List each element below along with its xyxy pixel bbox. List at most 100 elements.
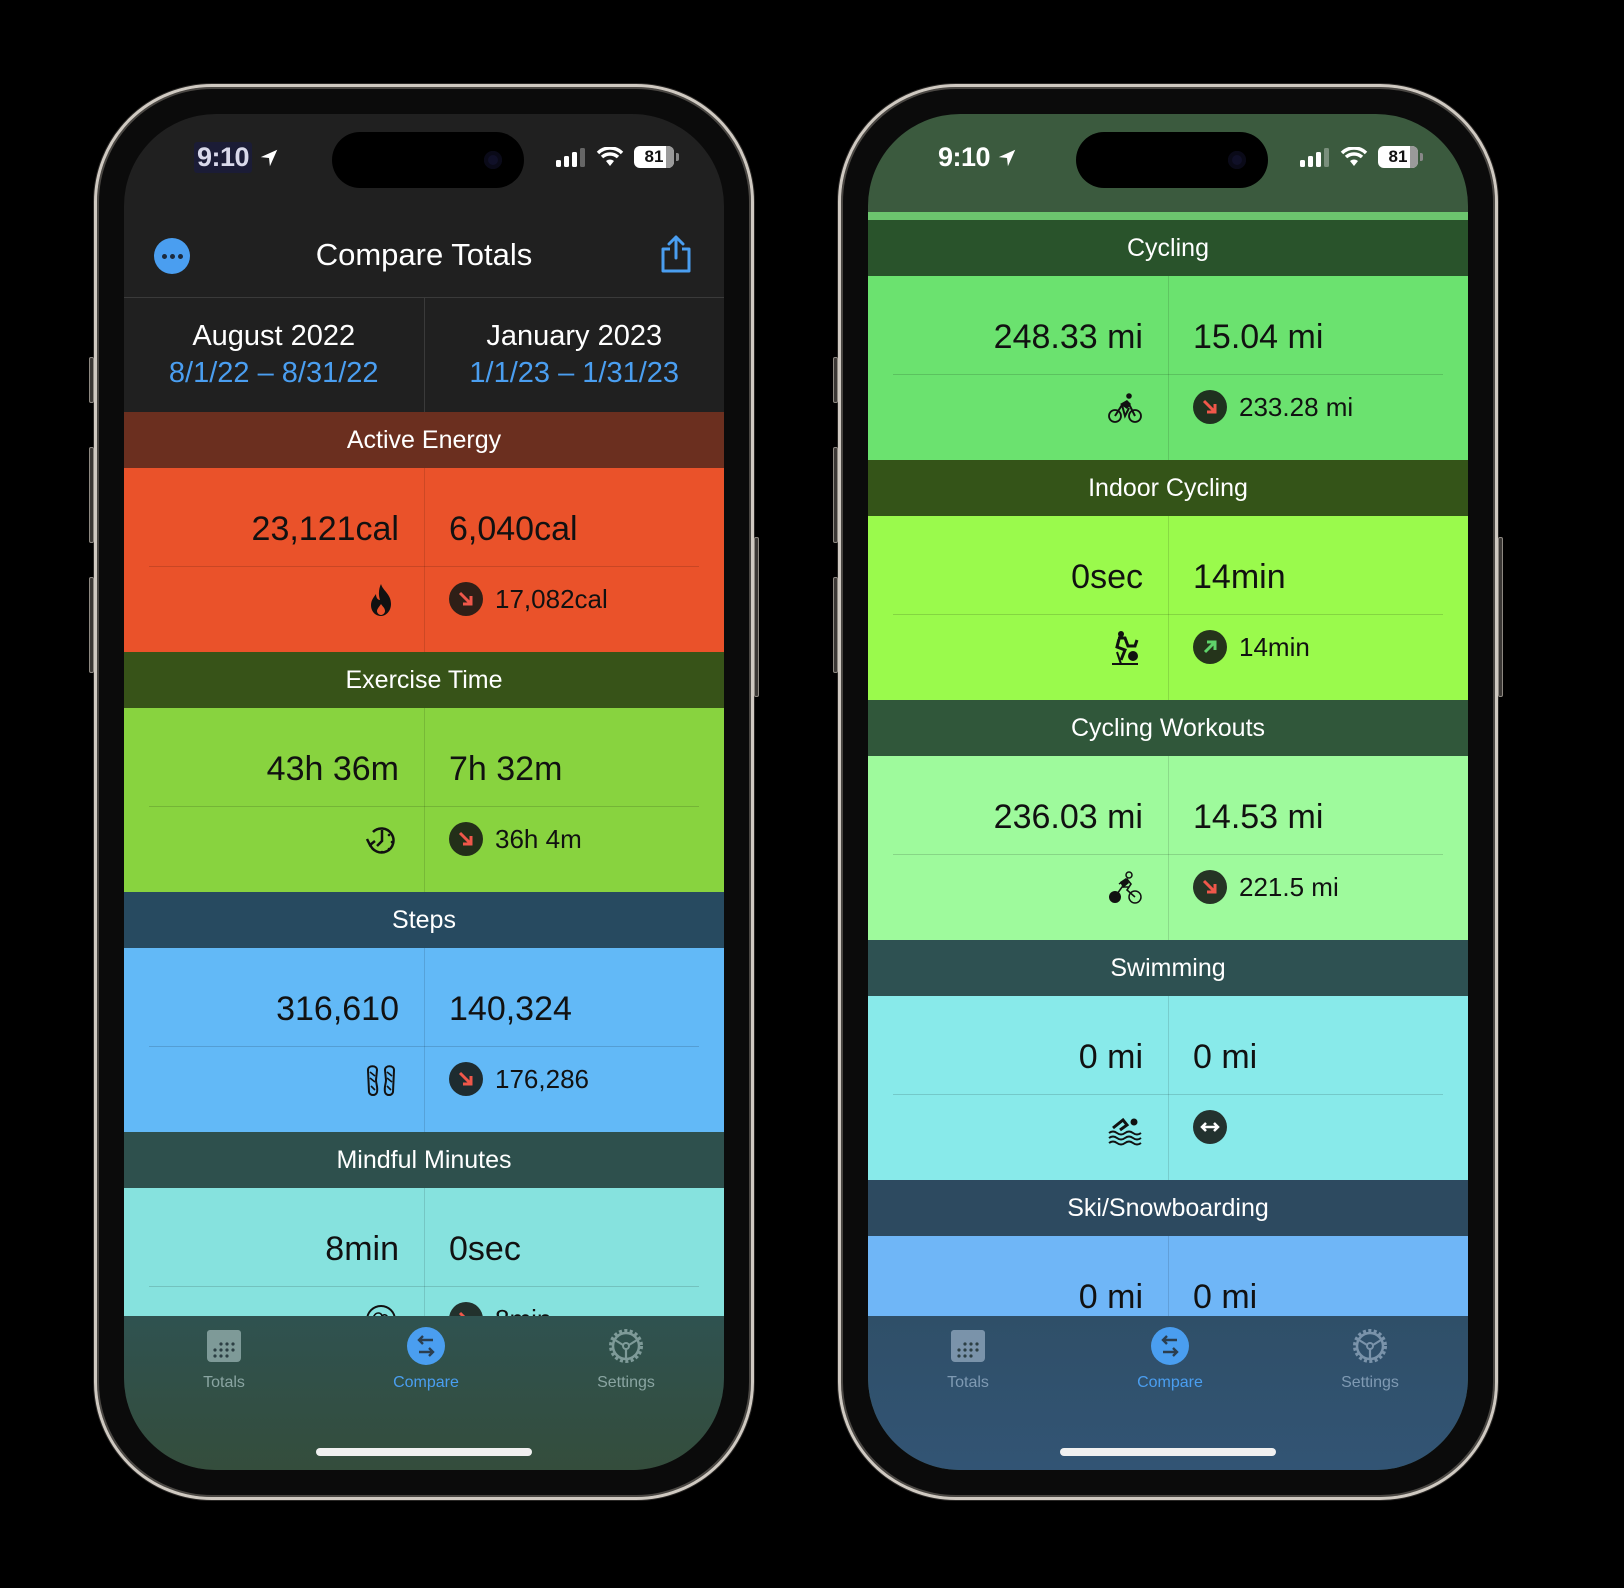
tab-label: Totals — [203, 1374, 245, 1391]
calendar-icon — [164, 1326, 284, 1366]
column-divider — [424, 1188, 425, 1320]
trend-up-arrow-icon — [1193, 630, 1227, 664]
column-divider — [424, 948, 425, 1132]
section-header: Cycling — [868, 220, 1468, 276]
section-body[interactable]: 0sec 14min 14min — [868, 516, 1468, 700]
volume-down-button — [89, 577, 94, 673]
section-title: Mindful Minutes — [336, 1145, 512, 1174]
period-a-value: 0sec — [1071, 558, 1143, 596]
section-header: Ski/Snowboarding — [868, 1180, 1468, 1236]
period-a[interactable]: August 2022 8/1/22 – 8/31/22 — [124, 298, 424, 412]
volume-up-button — [833, 447, 838, 543]
difference — [1193, 1110, 1239, 1144]
section-body[interactable]: 316,610 140,324 176,286 — [124, 948, 724, 1132]
status-time: 9:10 — [938, 142, 1018, 173]
period-a-value: 43h 36m — [266, 750, 399, 788]
home-indicator[interactable] — [316, 1448, 532, 1456]
equal-arrows-icon — [1193, 1110, 1227, 1144]
tab-settings[interactable]: Settings — [566, 1326, 686, 1392]
power-button — [754, 537, 759, 697]
tab-totals[interactable]: Totals — [908, 1326, 1028, 1392]
section-body[interactable]: 0 mi 0 mi — [868, 996, 1468, 1180]
metric-section: Exercise Time 43h 36m 7h 32m 36h 4m — [124, 652, 724, 892]
trend-down-arrow-icon — [1193, 390, 1227, 424]
tab-settings[interactable]: Settings — [1310, 1326, 1430, 1392]
period-b-value: 14min — [1193, 558, 1286, 596]
compare-arrows-icon — [1110, 1326, 1230, 1366]
cycling-workout-icon — [1107, 870, 1143, 906]
column-divider — [424, 468, 425, 652]
section-header: Indoor Cycling — [868, 460, 1468, 516]
section-title: Cycling — [1127, 233, 1209, 262]
status-indicators: 81 — [556, 146, 679, 168]
section-body[interactable]: 23,121cal 6,040cal 17,082cal — [124, 468, 724, 652]
battery-level: 81 — [644, 147, 664, 166]
timer-icon — [363, 822, 399, 858]
screen: 9:10 81 Cycling 248.33 mi 15.04 mi 233.28 m… — [868, 114, 1468, 1470]
phone-right: 9:10 81 Cycling 248.33 mi 15.04 mi 233.28 m… — [833, 84, 1503, 1500]
power-button — [1498, 537, 1503, 697]
tab-totals[interactable]: Totals — [164, 1326, 284, 1392]
section-body[interactable]: 248.33 mi 15.04 mi 233.28 mi — [868, 276, 1468, 460]
period-a-title: August 2022 — [192, 320, 356, 352]
section-body[interactable]: 8min 0sec 8min — [124, 1188, 724, 1320]
tab-bar: Totals Compare Settings — [124, 1316, 724, 1470]
metric-section: Mindful Minutes 8min 0sec 8min — [124, 1132, 724, 1320]
period-a-value: 236.03 mi — [993, 798, 1143, 836]
period-a-value: 23,121cal — [251, 510, 399, 548]
row-divider — [149, 806, 699, 807]
flame-icon — [363, 582, 399, 618]
section-header: Exercise Time — [124, 652, 724, 708]
section-header: Active Energy — [124, 412, 724, 468]
difference-value: 17,082cal — [495, 583, 608, 614]
period-a-value: 0 mi — [1078, 1278, 1143, 1316]
navigation-bar: Compare Totals — [124, 212, 724, 298]
section-title: Exercise Time — [345, 665, 503, 694]
period-b-value: 14.53 mi — [1193, 798, 1324, 836]
column-divider — [1168, 1236, 1169, 1320]
difference-value: 221.5 mi — [1239, 871, 1339, 902]
section-title: Ski/Snowboarding — [1067, 1193, 1269, 1222]
period-a-value: 0 mi — [1078, 1038, 1143, 1076]
battery-indicator: 81 — [1378, 146, 1423, 168]
metric-section: Cycling 248.33 mi 15.04 mi 233.28 mi — [868, 220, 1468, 460]
swimmer-icon — [1107, 1110, 1143, 1146]
column-divider — [1168, 276, 1169, 460]
gear-icon — [1310, 1326, 1430, 1366]
section-body[interactable]: 43h 36m 7h 32m 36h 4m — [124, 708, 724, 892]
tab-label: Totals — [947, 1374, 989, 1391]
column-divider — [1168, 996, 1169, 1180]
difference: 17,082cal — [449, 582, 608, 616]
home-indicator[interactable] — [1060, 1448, 1276, 1456]
period-b-range[interactable]: 1/1/23 – 1/31/23 — [425, 357, 725, 390]
metric-section: Indoor Cycling 0sec 14min 14min — [868, 460, 1468, 700]
period-b[interactable]: January 2023 1/1/23 – 1/31/23 — [423, 298, 725, 412]
gear-icon — [566, 1326, 686, 1366]
more-options-button[interactable] — [154, 238, 190, 274]
action-button — [89, 357, 94, 403]
cyclist-icon — [1107, 390, 1143, 426]
clock: 9:10 — [938, 142, 991, 172]
period-a-value: 316,610 — [276, 990, 399, 1028]
period-a-range[interactable]: 8/1/22 – 8/31/22 — [124, 357, 424, 390]
share-icon[interactable] — [658, 234, 694, 274]
section-body[interactable]: 0 mi 0 mi — [868, 1236, 1468, 1320]
comparison-list[interactable]: Active Energy 23,121cal 6,040cal 17,082cal E… — [124, 412, 724, 1320]
tab-compare[interactable]: Compare — [366, 1326, 486, 1392]
section-header: Mindful Minutes — [124, 1132, 724, 1188]
section-body[interactable]: 236.03 mi 14.53 mi 221.5 mi — [868, 756, 1468, 940]
comparison-list[interactable]: Cycling 248.33 mi 15.04 mi 233.28 mi Indoor … — [868, 212, 1468, 1320]
period-b-value: 140,324 — [449, 990, 572, 1028]
compare-arrows-icon — [366, 1326, 486, 1366]
period-b-value: 6,040cal — [449, 510, 578, 548]
difference-value: 176,286 — [495, 1063, 589, 1094]
metric-section: Cycling Workouts 236.03 mi 14.53 mi 221.5 m… — [868, 700, 1468, 940]
phone-left: 9:10 81 Compare Totals August 2022 8/1/2… — [89, 84, 759, 1500]
difference: 176,286 — [449, 1062, 589, 1096]
period-b-value: 0 mi — [1193, 1278, 1258, 1316]
cellular-signal-icon — [1300, 148, 1329, 167]
difference: 14min — [1193, 630, 1310, 664]
row-divider — [893, 374, 1443, 375]
tab-compare[interactable]: Compare — [1110, 1326, 1230, 1392]
location-arrow-icon — [260, 149, 278, 166]
